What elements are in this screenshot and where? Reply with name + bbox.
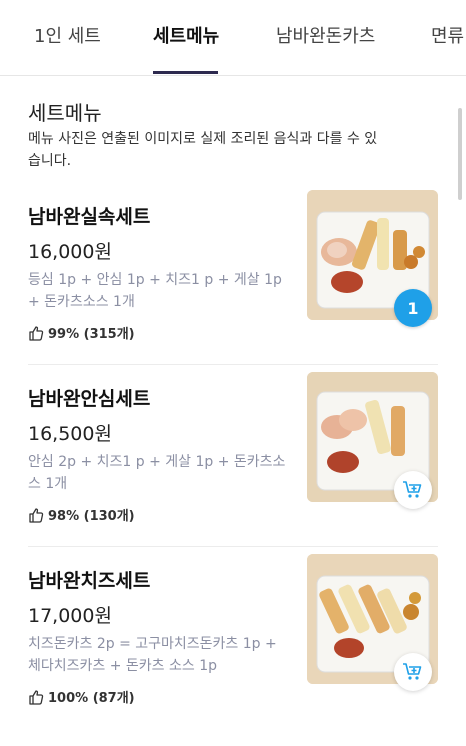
tab-numberone-donkatsu[interactable]: 남바완돈카츠 (276, 22, 375, 48)
rating-text: 100% (87개) (48, 691, 135, 706)
item-name: 남바완실속세트 (28, 206, 151, 228)
thumbs-up-icon (29, 507, 44, 523)
section-description: 메뉴 사진은 연출된 이미지로 실제 조리된 음식과 다를 수 있습니다. (28, 131, 378, 169)
item-price: 17,000원 (28, 605, 112, 627)
tab-noodles[interactable]: 면류 (431, 22, 464, 48)
item-name: 남바완치즈세트 (28, 570, 151, 592)
menu-item[interactable]: 남바완치즈세트 17,000원 치즈돈카츠 2p = 고구마치즈돈카츠 1p +… (0, 554, 466, 746)
rating-text: 99% (315개) (48, 327, 135, 342)
cart-count-badge[interactable]: 1 (394, 289, 432, 327)
add-to-cart-button[interactable] (394, 471, 432, 509)
item-rating: 100% (87개) (28, 687, 135, 706)
divider (28, 546, 438, 547)
menu-item[interactable]: 남바완실속세트 16,000원 등심 1p + 안심 1p + 치즈1 p + … (0, 190, 466, 382)
menu-item[interactable]: 남바완안심세트 16,500원 안심 2p + 치즈1 p + 게살 1p + … (0, 372, 466, 564)
add-to-cart-button[interactable] (394, 653, 432, 691)
item-name: 남바완안심세트 (28, 388, 151, 410)
item-price: 16,500원 (28, 423, 112, 445)
item-description: 안심 2p + 치즈1 p + 게살 1p + 돈카츠소스 1개 (28, 454, 286, 492)
thumbs-up-icon (29, 325, 44, 341)
tab-1-person-set[interactable]: 1인 세트 (34, 22, 101, 48)
item-rating: 98% (130개) (28, 505, 135, 524)
cart-add-icon (403, 481, 422, 498)
divider (28, 364, 438, 365)
thumbs-up-icon (29, 689, 44, 705)
section-title: 세트메뉴 (28, 101, 102, 125)
item-description: 등심 1p + 안심 1p + 치즈1 p + 게살 1p + 돈카츠소스 1개 (28, 272, 282, 310)
rating-text: 98% (130개) (48, 509, 135, 524)
active-tab-indicator (153, 71, 218, 74)
cart-add-icon (403, 663, 422, 680)
item-description: 치즈돈카츠 2p = 고구마치즈돈카츠 1p + 체다치즈카츠 + 돈카츠 소스… (28, 636, 277, 674)
tab-set-menu[interactable]: 세트메뉴 (153, 22, 219, 48)
category-tabs: 1인 세트 세트메뉴 남바완돈카츠 면류 (0, 0, 466, 76)
scrollbar[interactable] (458, 108, 462, 200)
item-rating: 99% (315개) (28, 323, 135, 342)
item-price: 16,000원 (28, 241, 112, 263)
